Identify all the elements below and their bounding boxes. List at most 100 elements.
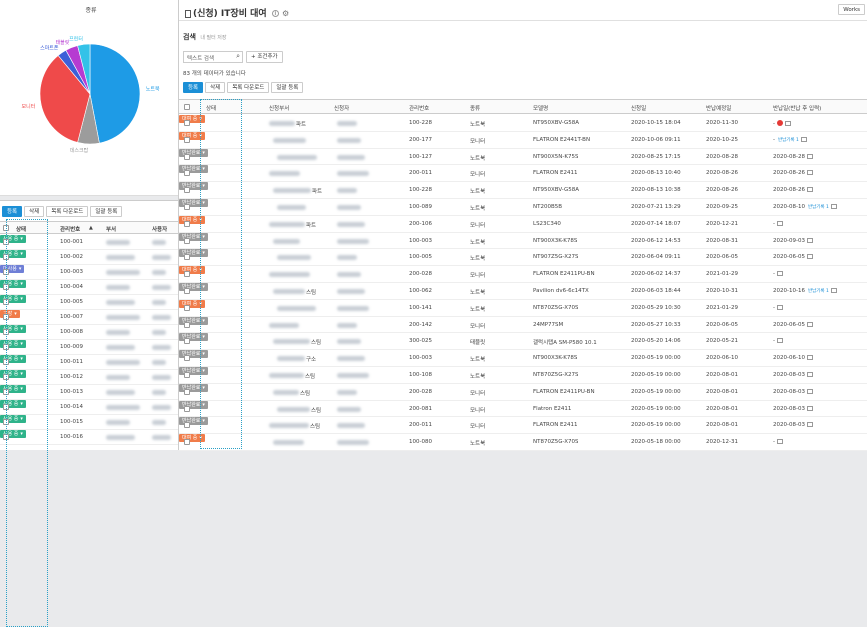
main-row-checkbox[interactable] (184, 136, 190, 143)
calendar-icon[interactable] (806, 170, 813, 176)
main-row-checkbox[interactable] (184, 338, 190, 345)
calendar-icon[interactable] (806, 422, 813, 428)
calendar-icon[interactable] (806, 187, 813, 193)
return-date-cell[interactable]: 2020-08-03 (773, 405, 863, 412)
calendar-icon[interactable] (806, 153, 813, 159)
left-header-3[interactable]: 사용자 (152, 225, 167, 233)
return-date-cell[interactable]: - (773, 120, 863, 127)
rental-table-row[interactable]: 반납완료 ▾ 스팀 200-081 모니터 Flatron E2411 2020-05-19… (179, 400, 867, 418)
calendar-icon[interactable] (806, 372, 813, 377)
main-row-checkbox[interactable] (184, 271, 190, 278)
return-date-cell[interactable]: 2020-08-03 (773, 422, 863, 428)
rental-table-row[interactable]: 반납완료 ▾ 200-011 모니터 FLATRON E2411 2020-08-13 1… (179, 165, 867, 183)
rental-table-row[interactable]: 반납완료 ▾ 파트 100-228 노트북 NT950XBV-G58A 2020-08-13… (179, 182, 867, 199)
return-date-cell[interactable]: 2020-06-05 (773, 321, 863, 328)
left-toolbar-button-2[interactable]: 목록 다운로드 (46, 206, 89, 217)
save-filter-link[interactable]: 내 필터 저장 (200, 35, 226, 41)
return-date-cell[interactable]: - (773, 338, 863, 344)
calendar-icon[interactable] (806, 355, 813, 361)
rental-table-row[interactable]: 반납완료 ▾ 200-142 모니터 24MP77SM 2020-05-27 10:33 2… (179, 316, 867, 334)
search-icon[interactable]: ⌕ (236, 52, 240, 61)
settings-icon[interactable]: ⚙ (282, 9, 289, 18)
return-date-cell[interactable]: 2020-08-10 반납기록 1 (773, 204, 863, 210)
return-date-cell[interactable]: 2020-10-16 반납기록 1 (773, 288, 863, 294)
main-row-checkbox[interactable] (184, 372, 190, 378)
return-date-cell[interactable]: - (773, 220, 863, 227)
main-header-5[interactable]: 모델명 (533, 104, 548, 112)
main-toolbar-button-1[interactable]: 삭제 (205, 82, 226, 93)
main-row-checkbox[interactable] (184, 254, 190, 261)
main-header-8[interactable]: 반납일(반납 후 입력) (773, 104, 821, 112)
calendar-icon[interactable] (777, 304, 783, 310)
rental-table-row[interactable]: 반납완료 ▾ 스팀 100-108 노트북 NT870Z5G-X27S 2020-05-19… (179, 367, 867, 384)
return-date-cell[interactable]: 2020-08-28 (773, 153, 863, 160)
rental-table-row[interactable]: 대여 중 ▾ 파트 200-106 모니터 LS23C340 2020-07-14 18:0… (179, 215, 867, 233)
main-header-3[interactable]: 관리번호 (409, 104, 429, 112)
sort-asc-icon[interactable]: ▲ (89, 225, 93, 231)
main-row-checkbox[interactable] (184, 422, 190, 429)
pie-slice-0[interactable] (89, 43, 141, 144)
left-toolbar-button-3[interactable]: 일괄 등록 (90, 206, 123, 217)
calendar-icon[interactable] (806, 254, 813, 260)
left-header-2[interactable]: 부서 (106, 225, 116, 233)
calendar-icon[interactable] (800, 136, 807, 142)
left-toolbar-button-0[interactable]: 등록 (2, 206, 23, 217)
rental-table-row[interactable]: 대여 중 ▾ 100-141 노트북 NT870Z5G-X70S 2020-05-29 1… (179, 299, 867, 317)
rental-table-row[interactable]: 대여 중 ▾ 200-028 모니터 FLATRON E2411PU-BN 2020-06… (179, 266, 867, 283)
calendar-icon[interactable] (777, 338, 783, 344)
rental-table-row[interactable]: 대여 중 ▾ 200-177 모니터 FLATRON E2441T-BN 2020-10-… (179, 131, 867, 149)
rental-table-row[interactable]: 반납완료 ▾ 100-003 노트북 NT900X3K-K78S 2020-06-12 1… (179, 232, 867, 250)
return-date-cell[interactable]: 2020-08-03 (773, 388, 863, 395)
main-row-checkbox[interactable] (184, 237, 190, 244)
return-date-cell[interactable]: 2020-09-03 (773, 237, 863, 244)
main-row-checkbox[interactable] (184, 304, 190, 311)
main-header-4[interactable]: 종류 (470, 104, 480, 112)
rental-table-row[interactable]: 반납완료 ▾ 스팀 100-062 노트북 Pavilion dv6-6c14TX 2020… (179, 283, 867, 300)
return-date-cell[interactable]: - (773, 304, 863, 311)
calendar-icon[interactable] (777, 439, 783, 445)
main-row-checkbox[interactable] (184, 405, 190, 412)
main-row-checkbox[interactable] (184, 187, 190, 194)
main-header-7[interactable]: 반납예정일 (706, 104, 731, 112)
rental-table-row[interactable]: 대여 중 ▾ 파트 100-228 노트북 NT950XBV-G58A 2020-10-15… (179, 115, 867, 132)
main-row-checkbox[interactable] (184, 288, 190, 294)
calendar-icon[interactable] (830, 204, 837, 209)
main-row-checkbox[interactable] (184, 321, 190, 328)
calendar-icon[interactable] (777, 220, 783, 226)
main-row-checkbox[interactable] (184, 388, 190, 395)
return-date-cell[interactable]: 2020-08-26 (773, 187, 863, 193)
calendar-icon[interactable] (785, 120, 791, 126)
main-header-checkbox[interactable] (184, 104, 190, 110)
return-history-link[interactable]: 반납기록 1 (808, 289, 829, 294)
main-row-checkbox[interactable] (184, 220, 190, 227)
main-row-checkbox[interactable] (184, 204, 190, 210)
return-date-cell[interactable]: 2020-08-03 (773, 372, 863, 378)
rental-table-row[interactable]: 반납완료 ▾ 스팀 200-011 모니터 FLATRON E2411 2020-05-19… (179, 417, 867, 435)
main-row-checkbox[interactable] (184, 439, 190, 446)
calendar-icon[interactable] (806, 237, 813, 243)
main-header-2[interactable]: 신청자 (334, 104, 349, 112)
main-header-1[interactable]: 신청부서 (269, 104, 289, 112)
rental-table-row[interactable]: 대여 중 ▾ 100-080 노트북 NT870Z5G-X70S 2020-05-18 0… (179, 434, 867, 451)
calendar-icon[interactable] (806, 405, 813, 411)
main-row-checkbox[interactable] (184, 170, 190, 177)
search-box[interactable]: 텍스트 검색 ⌕ (183, 51, 243, 63)
main-toolbar-button-0[interactable]: 등록 (183, 82, 204, 93)
return-history-link[interactable]: 반납기록 1 (778, 138, 799, 143)
calendar-icon[interactable] (777, 271, 783, 277)
main-header-6[interactable]: 신청일 (631, 104, 646, 112)
main-toolbar-button-2[interactable]: 목록 다운로드 (227, 82, 270, 93)
rental-table-row[interactable]: 반납완료 ▾ 100-005 노트북 NT907Z5G-X27S 2020-06-04 0… (179, 249, 867, 267)
rental-table-row[interactable]: 반납완료 ▾ 100-127 노트북 NT900X5N-K75S 2020-08-25 1… (179, 148, 867, 166)
rental-table-row[interactable]: 반납완료 ▾ 스팀 300-025 태블릿 갤럭시탭A SM-P580 10.1 2020-… (179, 333, 867, 351)
calendar-icon[interactable] (830, 288, 837, 293)
main-row-checkbox[interactable] (184, 355, 190, 362)
info-icon[interactable]: i (271, 10, 279, 17)
return-date-cell[interactable]: 2020-06-05 (773, 254, 863, 260)
search-input[interactable]: 텍스트 검색 (187, 54, 214, 62)
return-date-cell[interactable]: - (773, 439, 863, 445)
rental-table-row[interactable]: 반납완료 ▾ 스팀 200-028 모니터 FLATRON E2411PU-BN 2020-… (179, 383, 867, 401)
return-date-cell[interactable]: - 반납기록 1 (773, 136, 863, 143)
left-header-1[interactable]: 관리번호 (60, 225, 80, 233)
calendar-icon[interactable] (806, 321, 813, 327)
